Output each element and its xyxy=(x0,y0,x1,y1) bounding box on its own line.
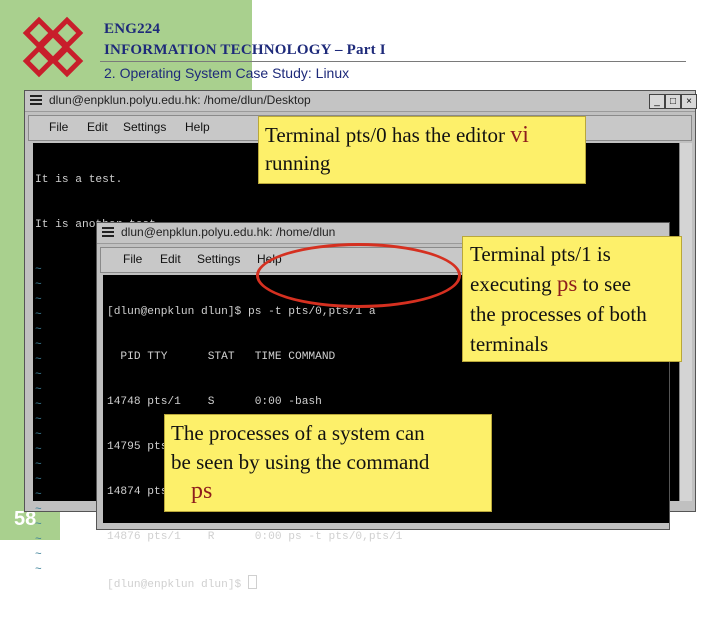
prompt-text: [dlun@enpklun dlun]$ xyxy=(107,579,248,591)
window-title: dlun@enpklun.polyu.edu.hk: /home/dlun/De… xyxy=(49,93,311,107)
callout-text: be seen by using the command xyxy=(171,450,430,474)
maximize-icon[interactable]: □ xyxy=(665,94,681,109)
menu-file[interactable]: File xyxy=(123,252,142,266)
terminal-line: 14748 pts/1 S 0:00 -bash xyxy=(107,396,322,408)
highlight-circle xyxy=(256,243,461,308)
callout-text: executing ps to see xyxy=(470,271,631,296)
minimize-icon[interactable]: _ xyxy=(649,94,665,109)
polyu-logo-icon xyxy=(22,16,84,78)
callout-text: Terminal pts/1 is xyxy=(470,242,611,266)
header-divider xyxy=(100,61,686,62)
course-code: ENG224 xyxy=(104,21,161,37)
menu-file[interactable]: File xyxy=(49,120,68,134)
menu-settings[interactable]: Settings xyxy=(197,252,240,266)
close-icon[interactable]: × xyxy=(681,94,697,109)
course-title: INFORMATION TECHNOLOGY – Part I xyxy=(104,42,386,58)
callout-text: The processes of a system can xyxy=(171,421,425,445)
window-title: dlun@enpklun.polyu.edu.hk: /home/dlun xyxy=(121,225,336,239)
menu-edit[interactable]: Edit xyxy=(87,120,108,134)
callout-text: Terminal pts/0 has the editor xyxy=(265,123,505,147)
terminal-prompt-line: [dlun@enpklun dlun]$ xyxy=(107,575,665,591)
section-title: 2. Operating System Case Study: Linux xyxy=(104,65,350,81)
vi-empty-line: ~ xyxy=(35,549,42,561)
text-cursor xyxy=(248,575,257,589)
menu-settings[interactable]: Settings xyxy=(123,120,166,134)
terminal-line: 14876 pts/1 R 0:00 ps -t pts/0,pts/1 xyxy=(107,531,403,543)
window-titlebar[interactable]: dlun@enpklun.polyu.edu.hk: /home/dlun/De… xyxy=(25,91,697,112)
callout-ps-command: The processes of a system can be seen by… xyxy=(164,414,492,512)
callout-highlight: vi xyxy=(510,122,529,148)
window-menu-icon[interactable] xyxy=(30,95,42,107)
callout-pts0: Terminal pts/0 has the editor vi running xyxy=(258,116,586,184)
callout-pts1: Terminal pts/1 is executing ps to see th… xyxy=(462,236,682,362)
window-menu-icon[interactable] xyxy=(102,227,114,239)
callout-text: the processes of both xyxy=(470,302,647,326)
menu-edit[interactable]: Edit xyxy=(160,252,181,266)
menu-help[interactable]: Help xyxy=(185,120,210,134)
callout-text: terminals xyxy=(470,332,549,356)
callout-highlight: ps xyxy=(191,478,213,504)
callout-highlight: ps xyxy=(556,271,578,296)
callout-text: running xyxy=(265,151,331,175)
